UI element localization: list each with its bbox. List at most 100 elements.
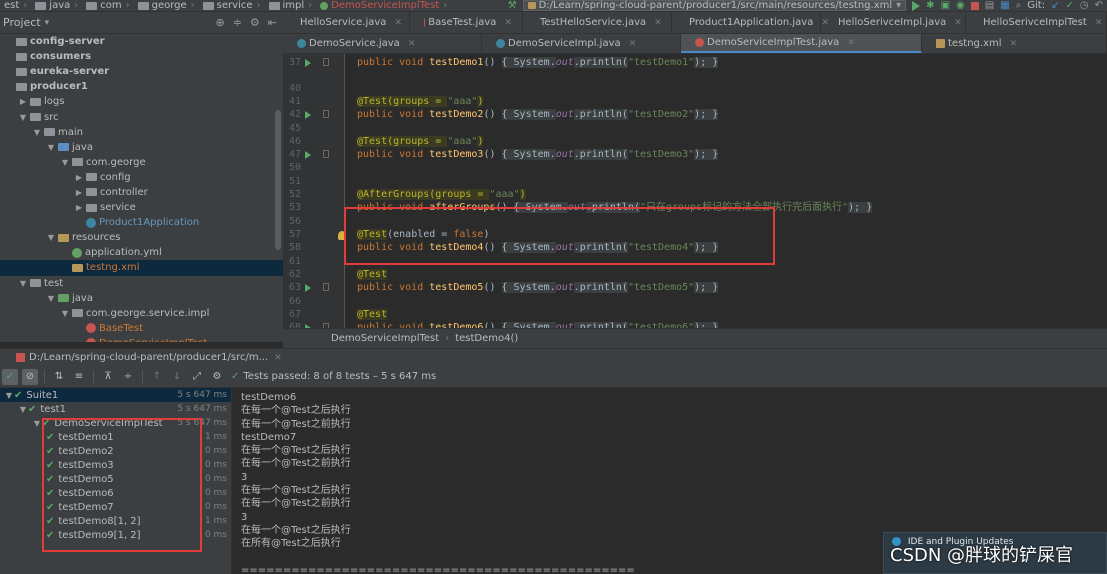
run-test-icon[interactable] — [305, 151, 311, 159]
code-line[interactable]: 66 — [283, 295, 1107, 308]
stop-icon[interactable] — [970, 1, 979, 10]
tree-item[interactable]: ▼ resources — [0, 230, 283, 245]
breadcrumb-item[interactable]: java › — [31, 0, 82, 11]
tree-item[interactable]: ▶ logs — [0, 94, 283, 109]
breadcrumb-item[interactable]: com › — [82, 0, 133, 11]
tree-item[interactable]: producer1 — [0, 79, 283, 94]
chevron-down-icon[interactable]: ▼ — [60, 158, 70, 167]
chevron-down-icon[interactable]: ▼ — [4, 391, 14, 400]
code-line[interactable]: 46 @Test(groups = "aaa") — [283, 135, 1107, 148]
export-icon[interactable]: ⤢ — [189, 369, 205, 385]
close-icon[interactable]: ✕ — [504, 18, 512, 28]
chevron-right-icon[interactable]: ▶ — [74, 188, 84, 197]
close-icon[interactable]: ✕ — [274, 353, 282, 363]
chevron-down-icon[interactable]: ▾ — [45, 18, 50, 28]
coverage-icon[interactable]: ▣ — [941, 0, 950, 11]
code-line[interactable]: 45 — [283, 122, 1107, 135]
tree-item[interactable]: config-server — [0, 34, 283, 49]
next-failed-icon[interactable]: ↓ — [169, 369, 185, 385]
test-result-item[interactable]: ▼ ✔ test1 5 s 647 ms — [0, 402, 231, 416]
tree-item[interactable]: ▼ src — [0, 109, 283, 124]
code-line[interactable]: 37 public void testDemo1() { System.out.p… — [283, 56, 1107, 69]
tree-item[interactable]: consumers — [0, 49, 283, 64]
gear-icon[interactable]: ⚙ — [209, 369, 225, 385]
show-passed-icon[interactable]: ✓ — [2, 368, 18, 385]
collapse-all-icon[interactable]: ≑ — [233, 16, 242, 29]
chevron-down-icon[interactable]: ▼ — [18, 405, 28, 414]
tree-item[interactable]: ▶ controller — [0, 185, 283, 200]
run-tab-label[interactable]: D:/Learn/spring-cloud-parent/producer1/s… — [29, 352, 268, 363]
tree-item[interactable]: testng.xml — [0, 260, 283, 276]
code-line[interactable]: 67 @Test — [283, 308, 1107, 321]
structure-icon[interactable]: ▤ — [985, 0, 994, 11]
editor-tab[interactable]: DemoService.java ✕ — [283, 34, 482, 53]
breadcrumb-item[interactable]: george › — [134, 0, 199, 11]
breadcrumb-item[interactable]: est › — [0, 0, 31, 11]
breadcrumb-class[interactable]: DemoServiceImplTest — [331, 333, 439, 344]
chevron-down-icon[interactable]: ▼ — [32, 419, 42, 428]
sdk-icon[interactable]: ▦ — [1000, 0, 1009, 11]
editor-tab[interactable]: Product1Application.java ✕ — [672, 12, 829, 33]
run-config-selector[interactable]: D:/Learn/spring-cloud-parent/producer1/s… — [522, 0, 907, 11]
hammer-icon[interactable]: ⚒ — [508, 0, 517, 11]
debug-icon[interactable]: ✱ — [926, 0, 934, 11]
fold-icon[interactable] — [323, 283, 329, 291]
code-line[interactable]: 62 @Test — [283, 268, 1107, 281]
code-line[interactable]: 40 — [283, 82, 1107, 95]
tree-item[interactable]: ▼ com.george — [0, 155, 283, 170]
test-result-item[interactable]: ▼ ✔ Suite1 5 s 647 ms — [0, 388, 231, 402]
close-icon[interactable]: ✕ — [394, 18, 402, 28]
previous-failed-icon[interactable]: ↑ — [149, 369, 165, 385]
collapse-all-icon[interactable]: ÷ — [120, 369, 136, 385]
run-test-icon[interactable] — [305, 284, 311, 292]
close-icon[interactable]: ✕ — [629, 39, 637, 49]
breadcrumb-item[interactable]: service › — [199, 0, 265, 11]
tree-item[interactable]: application.yml — [0, 245, 283, 260]
run-test-icon[interactable] — [305, 111, 311, 119]
close-icon[interactable]: ✕ — [847, 38, 855, 48]
chevron-down-icon[interactable]: ▼ — [46, 143, 56, 152]
tree-item[interactable]: DemoServiceImplTest — [0, 336, 283, 342]
chevron-right-icon[interactable]: ▶ — [18, 97, 28, 106]
tree-item[interactable]: ▼ main — [0, 125, 283, 140]
chevron-down-icon[interactable]: ▼ — [18, 113, 28, 122]
tree-item[interactable]: ▼ java — [0, 291, 283, 306]
code-line[interactable]: 42 public void testDemo2() { System.out.p… — [283, 108, 1107, 121]
editor-tab[interactable]: HelloSerivceImpl.java ✕ — [821, 12, 966, 33]
sort-duration-icon[interactable]: ≡ — [71, 369, 87, 385]
run-test-icon[interactable] — [305, 59, 311, 67]
code-line[interactable]: 47 public void testDemo3() { System.out.p… — [283, 148, 1107, 161]
sort-alpha-icon[interactable]: ⇅ — [51, 369, 67, 385]
run-icon[interactable] — [912, 0, 921, 11]
close-icon[interactable]: ✕ — [1095, 18, 1103, 28]
editor-tab[interactable]: HelloSerivceImplTest ✕ — [966, 12, 1107, 33]
editor-tab[interactable]: DemoServiceImpl.java ✕ — [482, 34, 681, 53]
editor-tab[interactable]: BaseTest.java ✕ — [410, 12, 523, 33]
chevron-down-icon[interactable]: ▼ — [60, 309, 70, 318]
chevron-right-icon[interactable]: ▶ — [74, 203, 84, 212]
close-icon[interactable]: ✕ — [1010, 39, 1018, 49]
breadcrumb-method[interactable]: testDemo4() — [455, 333, 518, 344]
code-line[interactable]: 51 — [283, 175, 1107, 188]
close-icon[interactable]: ✕ — [654, 18, 662, 28]
close-icon[interactable]: ✕ — [408, 39, 416, 49]
git-commit-icon[interactable]: ✓ — [1065, 0, 1073, 11]
git-update-icon[interactable]: ↙ — [1051, 0, 1059, 11]
tree-item[interactable]: ▶ service — [0, 200, 283, 215]
tree-item[interactable]: eureka-server — [0, 64, 283, 79]
tree-item[interactable]: ▼ java — [0, 140, 283, 155]
editor-tab[interactable]: HelloService.java ✕ — [283, 12, 410, 33]
search-icon[interactable]: ⌕ — [1016, 0, 1022, 11]
git-revert-icon[interactable]: ↶ — [1095, 0, 1103, 11]
gear-icon[interactable]: ⚙ — [250, 16, 260, 29]
fold-icon[interactable] — [323, 150, 329, 158]
editor-tab[interactable]: TestHelloService.java ✕ — [523, 12, 672, 33]
tree-item[interactable]: Product1Application — [0, 215, 283, 230]
fold-icon[interactable] — [323, 58, 329, 66]
editor-tab[interactable]: testng.xml ✕ — [922, 34, 1107, 53]
chevron-right-icon[interactable]: ▶ — [74, 173, 84, 182]
breadcrumb-item[interactable]: impl › — [265, 0, 317, 11]
code-line[interactable]: 50 — [283, 161, 1107, 174]
tree-item[interactable]: ▶ config — [0, 170, 283, 185]
profile-icon[interactable]: ◉ — [956, 0, 965, 11]
